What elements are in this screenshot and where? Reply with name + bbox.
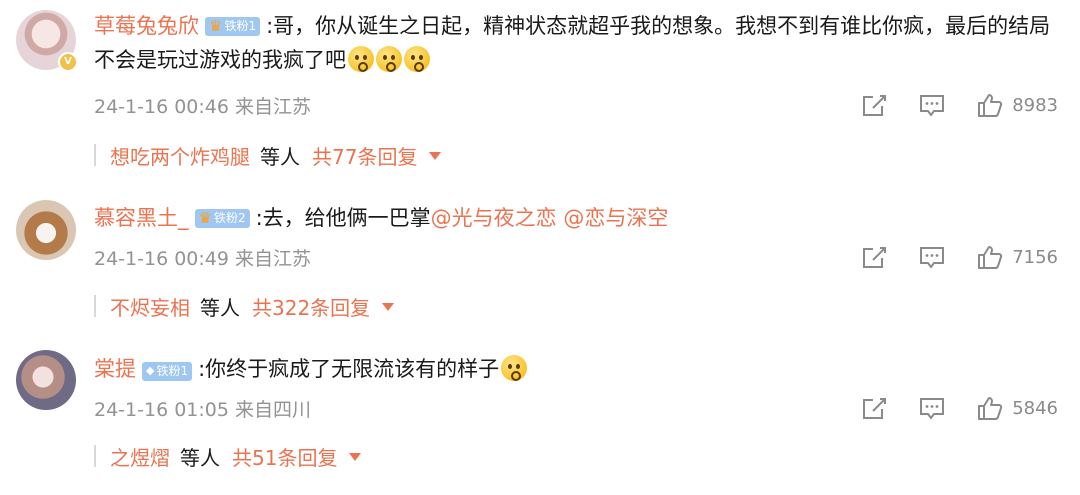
reply-etc: 等人 <box>180 445 220 470</box>
reply-username[interactable]: 想吃两个炸鸡腿 <box>110 141 250 170</box>
share-icon <box>863 247 887 268</box>
reply-username[interactable]: 不烬妄相 <box>110 292 190 321</box>
comment-button[interactable] <box>918 91 946 119</box>
comment-icon <box>920 247 945 269</box>
comment-item: V 草莓兔兔欣 ♛ 铁粉1:哥，你从诞生之日起，精神状态就超乎我的想象。我想不到有谁… <box>0 0 1080 170</box>
emoji-icon <box>404 46 430 72</box>
fan-badge: ♛ 铁粉2 <box>194 208 250 228</box>
emoji-icon <box>501 355 528 381</box>
comment-icon <box>920 95 945 117</box>
share-button[interactable] <box>860 243 888 271</box>
fan-badge: ◆ 铁粉1 <box>142 361 193 381</box>
share-icon <box>863 398 887 419</box>
chevron-down-icon[interactable] <box>429 152 442 160</box>
comment-date: 24-1-16 00:46 来自江苏 <box>94 95 311 118</box>
like-button[interactable]: 8983 <box>976 91 1058 119</box>
reply-etc: 等人 <box>200 295 240 320</box>
fan-badge: ♛ 铁粉1 <box>205 16 261 36</box>
avatar[interactable] <box>16 350 76 410</box>
chevron-down-icon[interactable] <box>382 303 395 311</box>
like-button[interactable]: 5846 <box>976 394 1058 422</box>
verified-badge-icon: V <box>58 52 78 72</box>
mention-link[interactable]: @光与夜之恋 <box>431 206 557 230</box>
reply-count[interactable]: 共51条回复 <box>232 442 337 471</box>
emoji-icon <box>348 46 374 72</box>
comment-body: 棠提 ◆ 铁粉1:你终于疯成了无限流该有的样子 <box>94 352 1056 386</box>
like-count: 7156 <box>1012 246 1058 268</box>
crown-icon: ♛ <box>198 209 212 227</box>
comment-body: 慕容黑土_ ♛ 铁粉2:去，给他俩一巴掌@光与夜之恋 @恋与深空 <box>94 201 1056 235</box>
reply-divider <box>94 295 96 317</box>
share-icon <box>863 95 887 116</box>
share-button[interactable] <box>860 91 888 119</box>
reply-summary[interactable]: 想吃两个炸鸡腿 等人 共77条回复 <box>94 140 442 170</box>
comment-icon <box>920 398 945 420</box>
comment-date: 24-1-16 00:49 来自江苏 <box>94 247 311 270</box>
reply-divider <box>94 445 96 467</box>
like-count: 5846 <box>1012 397 1058 419</box>
reply-count[interactable]: 共77条回复 <box>312 141 417 170</box>
crown-icon: ♛ <box>209 17 223 35</box>
comment-text: :你终于疯成了无限流该有的样子 <box>198 357 500 381</box>
like-icon <box>978 246 1003 269</box>
comment-item: 棠提 ◆ 铁粉1:你终于疯成了无限流该有的样子 24-1-16 01:05 来自四川… <box>0 342 1080 492</box>
emoji-icon <box>376 46 402 72</box>
comment-username[interactable]: 棠提 <box>94 357 136 381</box>
like-count: 8983 <box>1012 94 1058 116</box>
avatar[interactable] <box>16 200 76 260</box>
like-icon <box>978 94 1003 117</box>
mention-link[interactable]: @恋与深空 <box>563 206 668 230</box>
reply-divider <box>94 144 96 166</box>
comment-username[interactable]: 草莓兔兔欣 <box>94 14 199 38</box>
reply-summary[interactable]: 不烬妄相 等人 共322条回复 <box>94 291 395 321</box>
comment-date: 24-1-16 01:05 来自四川 <box>94 398 311 421</box>
like-button[interactable]: 7156 <box>976 243 1058 271</box>
like-icon <box>978 397 1003 420</box>
comment-button[interactable] <box>918 394 946 422</box>
reply-username[interactable]: 之煜熠 <box>110 442 170 471</box>
comment-text: :去，给他俩一巴掌 <box>255 206 431 230</box>
comment-body: 草莓兔兔欣 ♛ 铁粉1:哥，你从诞生之日起，精神状态就超乎我的想象。我想不到有谁比你… <box>94 9 1056 77</box>
comment-username[interactable]: 慕容黑土_ <box>94 206 189 230</box>
diamond-icon: ◆ <box>146 364 155 377</box>
comment-button[interactable] <box>918 243 946 271</box>
reply-etc: 等人 <box>260 144 300 169</box>
share-button[interactable] <box>860 394 888 422</box>
reply-summary[interactable]: 之煜熠 等人 共51条回复 <box>94 441 362 471</box>
chevron-down-icon[interactable] <box>349 453 362 461</box>
reply-count[interactable]: 共322条回复 <box>252 292 370 321</box>
comment-item: 慕容黑土_ ♛ 铁粉2:去，给他俩一巴掌@光与夜之恋 @恋与深空 24-1-16 0… <box>0 190 1080 330</box>
